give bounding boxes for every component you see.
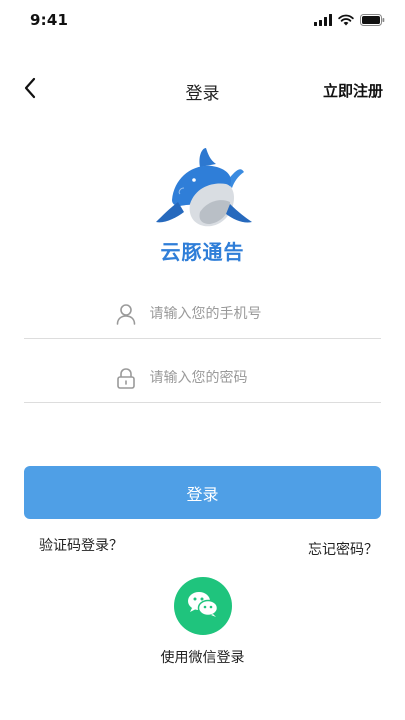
nav-bar: 登录 立即注册 <box>0 68 405 112</box>
signal-icon <box>314 14 332 26</box>
wechat-login-label: 使用微信登录 <box>160 650 245 666</box>
password-input[interactable] <box>149 370 290 386</box>
wechat-icon <box>187 590 219 622</box>
lock-icon <box>116 367 136 389</box>
user-icon <box>116 303 136 325</box>
login-button[interactable]: 登录 <box>24 466 381 519</box>
phone-input[interactable] <box>149 306 290 322</box>
app-name: 云豚通告 <box>160 240 245 264</box>
password-field-row <box>24 354 381 403</box>
battery-icon <box>360 14 385 26</box>
forgot-password-link[interactable]: 忘记密码？ <box>308 539 378 559</box>
status-bar: 9:41 <box>0 0 405 44</box>
wechat-login-button[interactable] <box>174 577 232 635</box>
sms-login-link[interactable]: 验证码登录？ <box>39 535 123 555</box>
register-link[interactable]: 立即注册 <box>323 80 383 101</box>
phone-field-row <box>24 290 381 339</box>
wifi-icon <box>338 14 354 26</box>
status-icons <box>314 14 385 26</box>
status-time: 9:41 <box>30 11 69 29</box>
